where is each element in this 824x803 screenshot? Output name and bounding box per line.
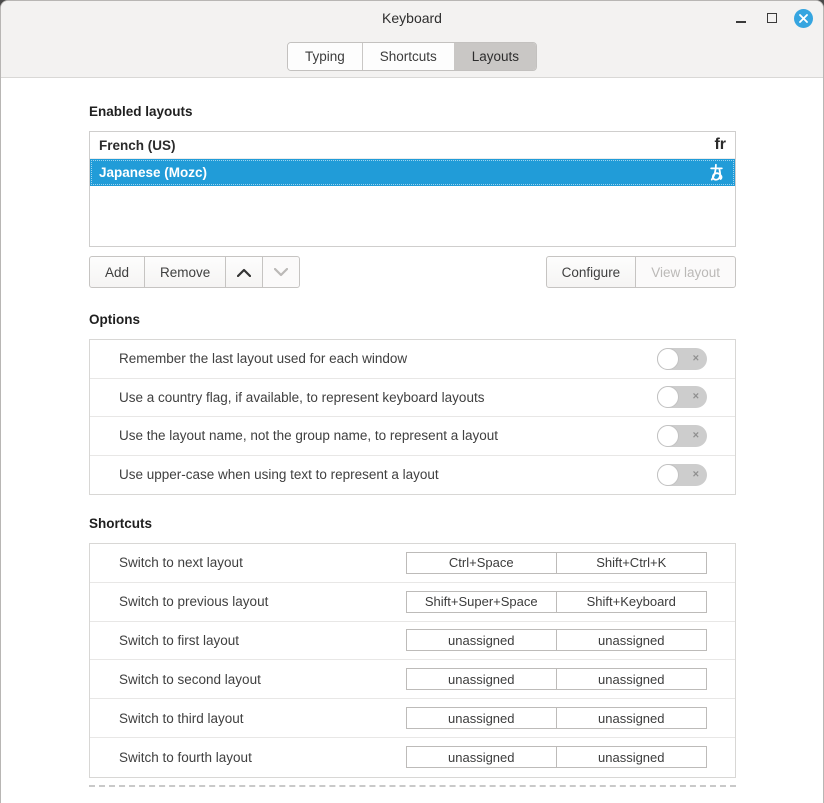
- toggle-off-x-icon: ×: [693, 353, 699, 364]
- shortcut-row-third-layout: Switch to third layout unassigned unassi…: [90, 699, 735, 738]
- keybinding-button-1[interactable]: unassigned: [406, 629, 557, 651]
- list-item-french[interactable]: French (US) fr: [90, 132, 735, 159]
- keyboard-settings-window: Keyboard Typing Shortcuts: [0, 0, 824, 803]
- keybinding-button-1[interactable]: unassigned: [406, 707, 557, 729]
- shortcut-label: Switch to next layout: [119, 555, 243, 570]
- option-label: Use a country flag, if available, to rep…: [119, 390, 484, 405]
- window-title: Keyboard: [1, 10, 823, 26]
- minimize-button[interactable]: [732, 9, 750, 27]
- configure-button-group: Configure View layout: [546, 256, 736, 288]
- titlebar: Keyboard: [1, 1, 823, 35]
- options-panel: Remember the last layout used for each w…: [89, 339, 736, 495]
- keybinding-button-2[interactable]: Shift+Ctrl+K: [557, 552, 708, 574]
- bottom-dashed-separator: [89, 785, 736, 787]
- keybinding-pair: unassigned unassigned: [406, 668, 707, 690]
- toggle-off-x-icon: ×: [693, 392, 699, 403]
- option-label: Use upper-case when using text to repres…: [119, 467, 439, 482]
- option-row-layout-name: Use the layout name, not the group name,…: [90, 417, 735, 456]
- toggle-knob: [657, 425, 679, 447]
- shortcut-label: Switch to second layout: [119, 672, 261, 687]
- tab-group: Typing Shortcuts Layouts: [287, 42, 537, 71]
- shortcut-row-first-layout: Switch to first layout unassigned unassi…: [90, 622, 735, 661]
- option-label: Use the layout name, not the group name,…: [119, 428, 498, 443]
- keybinding-button-1[interactable]: unassigned: [406, 746, 557, 768]
- shortcut-label: Switch to previous layout: [119, 594, 268, 609]
- option-row-country-flag: Use a country flag, if available, to rep…: [90, 379, 735, 418]
- toggle-knob: [657, 386, 679, 408]
- shortcut-label: Switch to first layout: [119, 633, 239, 648]
- add-button[interactable]: Add: [89, 256, 145, 288]
- move-down-button[interactable]: [262, 256, 300, 288]
- toggle-off-x-icon: ×: [693, 469, 699, 480]
- window-controls: [732, 1, 813, 35]
- minimize-icon: [736, 21, 746, 23]
- layout-badge-fr: fr: [714, 136, 726, 154]
- layouts-page: Enabled layouts French (US) fr Japanese …: [1, 78, 823, 803]
- configure-button[interactable]: Configure: [546, 256, 637, 288]
- enabled-layouts-heading: Enabled layouts: [89, 104, 736, 119]
- maximize-icon: [767, 13, 777, 23]
- tab-layouts[interactable]: Layouts: [455, 43, 536, 70]
- hiragana-a-icon: [707, 163, 726, 182]
- chevron-up-icon: [237, 268, 251, 277]
- keybinding-pair: Shift+Super+Space Shift+Keyboard: [406, 591, 707, 613]
- toggle-country-flag[interactable]: ×: [657, 386, 707, 408]
- window-header: Keyboard Typing Shortcuts: [1, 1, 823, 78]
- keybinding-pair: unassigned unassigned: [406, 746, 707, 768]
- keybinding-button-1[interactable]: Shift+Super+Space: [406, 591, 557, 613]
- keybinding-button-2[interactable]: unassigned: [557, 707, 708, 729]
- layout-name: French (US): [99, 138, 176, 153]
- tab-typing[interactable]: Typing: [288, 43, 363, 70]
- shortcuts-heading: Shortcuts: [89, 516, 736, 531]
- edit-button-group: Add Remove: [89, 256, 300, 288]
- keybinding-pair: unassigned unassigned: [406, 707, 707, 729]
- tab-shortcuts[interactable]: Shortcuts: [363, 43, 455, 70]
- shortcut-label: Switch to third layout: [119, 711, 244, 726]
- option-row-upper-case: Use upper-case when using text to repres…: [90, 456, 735, 495]
- option-row-remember-layout: Remember the last layout used for each w…: [90, 340, 735, 379]
- toggle-off-x-icon: ×: [693, 430, 699, 441]
- view-layout-button[interactable]: View layout: [635, 256, 736, 288]
- shortcut-row-second-layout: Switch to second layout unassigned unass…: [90, 660, 735, 699]
- keybinding-button-2[interactable]: unassigned: [557, 746, 708, 768]
- close-x-icon: [799, 14, 808, 23]
- shortcut-label: Switch to fourth layout: [119, 750, 252, 765]
- enabled-layouts-list: French (US) fr Japanese (Mozc): [89, 131, 736, 247]
- shortcut-row-fourth-layout: Switch to fourth layout unassigned unass…: [90, 738, 735, 777]
- shortcut-row-previous-layout: Switch to previous layout Shift+Super+Sp…: [90, 583, 735, 622]
- toggle-knob: [657, 348, 679, 370]
- close-button[interactable]: [794, 9, 813, 28]
- shortcuts-panel: Switch to next layout Ctrl+Space Shift+C…: [89, 543, 736, 778]
- toggle-upper-case[interactable]: ×: [657, 464, 707, 486]
- remove-button[interactable]: Remove: [144, 256, 226, 288]
- layout-name: Japanese (Mozc): [99, 165, 207, 180]
- keybinding-button-2[interactable]: unassigned: [557, 629, 708, 651]
- toggle-knob: [657, 464, 679, 486]
- chevron-down-icon: [274, 268, 288, 277]
- keybinding-button-2[interactable]: Shift+Keyboard: [557, 591, 708, 613]
- keybinding-button-1[interactable]: Ctrl+Space: [406, 552, 557, 574]
- toggle-layout-name[interactable]: ×: [657, 425, 707, 447]
- keybinding-button-1[interactable]: unassigned: [406, 668, 557, 690]
- tab-bar: Typing Shortcuts Layouts: [1, 35, 823, 77]
- option-label: Remember the last layout used for each w…: [119, 351, 407, 366]
- list-item-japanese[interactable]: Japanese (Mozc): [90, 159, 735, 186]
- options-heading: Options: [89, 312, 736, 327]
- section-gap: [89, 495, 736, 516]
- toggle-remember-layout[interactable]: ×: [657, 348, 707, 370]
- layout-actions-row: Add Remove Configure View layout: [89, 256, 736, 288]
- keybinding-pair: Ctrl+Space Shift+Ctrl+K: [406, 552, 707, 574]
- keybinding-button-2[interactable]: unassigned: [557, 668, 708, 690]
- keybinding-pair: unassigned unassigned: [406, 629, 707, 651]
- shortcut-row-next-layout: Switch to next layout Ctrl+Space Shift+C…: [90, 544, 735, 583]
- move-up-button[interactable]: [225, 256, 263, 288]
- maximize-button[interactable]: [763, 9, 781, 27]
